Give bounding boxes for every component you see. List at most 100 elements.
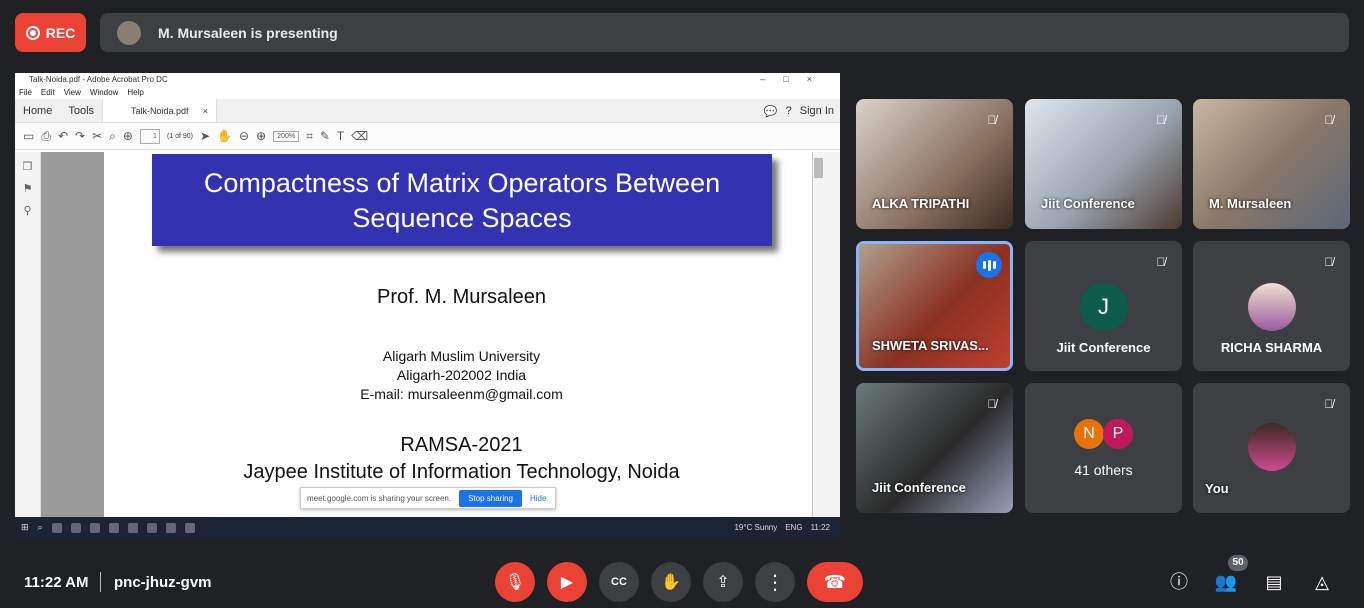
taskbar-search-icon[interactable]: ⌕ [38, 522, 43, 533]
slide-affiliation-1: Aligarh Muslim University [382, 348, 541, 364]
record-icon [25, 25, 40, 40]
taskbar-app-icon[interactable] [184, 522, 195, 533]
participant-tile[interactable]: 🎙̸ Jiit Conference [1025, 99, 1182, 229]
attachment-icon[interactable]: ⚲ [23, 204, 31, 217]
activities-icon[interactable]: ◬ [1310, 570, 1334, 594]
slide-conference: RAMSA-2021 [400, 434, 523, 456]
tab-home[interactable]: Home [15, 99, 60, 122]
recording-badge[interactable]: REC [15, 13, 86, 52]
page-up-icon[interactable]: ⊕ [123, 129, 133, 143]
window-title: Talk-Noida.pdf - Adobe Acrobat Pro DC [29, 75, 168, 84]
page-count: (1 of 90) [166, 132, 194, 140]
meeting-info-icon[interactable]: ⓘ [1167, 570, 1191, 594]
mic-off-icon: 🎙̸ [1324, 113, 1334, 127]
close-tab-icon[interactable]: × [203, 106, 208, 116]
taskbar-app-icon[interactable] [51, 522, 62, 533]
participant-name: RICHA SHARMA [1220, 340, 1323, 355]
bookmark-icon[interactable]: ⚑ [23, 182, 33, 195]
presenting-banner: M. Mursaleen is presenting [100, 13, 1349, 52]
chat-icon[interactable]: ▤ [1262, 570, 1286, 594]
pen-icon[interactable]: ✎ [320, 129, 330, 143]
windows-start-icon[interactable]: ⊞ [21, 522, 29, 533]
pdf-page: Compactness of Matrix Operators Between … [104, 152, 819, 517]
search-icon[interactable]: ⌕ [109, 129, 116, 144]
participant-tile[interactable]: 🎙̸ M. Mursaleen [1193, 99, 1350, 229]
self-avatar [1247, 423, 1296, 471]
stop-sharing-button[interactable]: Stop sharing [459, 489, 522, 507]
rec-label: REC [45, 24, 76, 41]
taskbar-app-icon[interactable] [89, 522, 100, 533]
present-screen-icon: ⇪ [716, 574, 730, 591]
participant-tile[interactable]: 🎙̸ J Jiit Conference [1025, 241, 1182, 371]
participant-tile[interactable]: 🎙̸ ALKA TRIPATHI [856, 99, 1013, 229]
comment-icon[interactable]: 💬 [764, 105, 778, 118]
pages-icon[interactable]: ❐ [23, 160, 33, 173]
more-options-button[interactable]: ⋮ [755, 562, 795, 602]
taskbar-clock[interactable]: 11:22 [811, 523, 830, 532]
text-tool-icon[interactable]: T [337, 129, 344, 143]
screen-share-notice: meet.google.com is sharing your screen. … [300, 487, 556, 509]
camera-toggle-button[interactable]: ▶ [547, 562, 587, 602]
hand-tool-icon[interactable]: ✋ [217, 129, 232, 143]
print-icon[interactable]: ⎙ [41, 129, 51, 144]
vertical-scrollbar[interactable] [812, 152, 840, 517]
slide-institute: Jaypee Institute of Information Technolo… [243, 461, 680, 483]
mic-off-icon: 🎙̸ [1156, 255, 1166, 269]
share-notice-text: meet.google.com is sharing your screen. [307, 493, 452, 503]
zoom-select[interactable]: 200% [273, 130, 300, 142]
menu-window[interactable]: Window [90, 86, 118, 99]
slide-title-line1: Compactness of Matrix Operators Between [203, 168, 721, 198]
shared-screen: Talk-Noida.pdf - Adobe Acrobat Pro DC –□… [15, 73, 840, 538]
menu-view[interactable]: View [64, 86, 81, 99]
undo-icon[interactable]: ↶ [58, 129, 68, 143]
participant-tile[interactable]: 🎙̸ RICHA SHARMA [1193, 241, 1350, 371]
leave-call-button[interactable]: ☎ [807, 562, 863, 602]
menu-help[interactable]: Help [127, 86, 143, 99]
participant-name: Jiit Conference [1041, 196, 1135, 211]
hide-button[interactable]: Hide [530, 494, 546, 503]
participant-tile[interactable]: 🎙̸ Jiit Conference [856, 383, 1013, 513]
zoom-in-icon[interactable]: ⊕ [256, 129, 266, 143]
taskbar-app-icon[interactable] [127, 522, 138, 533]
weather-text[interactable]: 19°C Sunny [734, 523, 777, 532]
tab-tools[interactable]: Tools [60, 99, 102, 122]
slide-title-box: Compactness of Matrix Operators Between … [152, 154, 772, 246]
crop-icon[interactable]: ⌗ [306, 129, 313, 144]
raise-hand-button[interactable]: ✋ [651, 562, 691, 602]
redo-icon[interactable]: ↷ [75, 129, 85, 143]
mic-off-icon: 🎙̸ [1324, 397, 1334, 411]
menu-edit[interactable]: Edit [41, 86, 55, 99]
mic-off-icon: 🎙̸ [1324, 255, 1334, 269]
captions-button[interactable]: CC [599, 562, 639, 602]
menu-file[interactable]: File [19, 86, 32, 99]
select-cursor-icon[interactable]: ➤ [200, 129, 210, 143]
taskbar-app-icon[interactable] [70, 522, 81, 533]
acrobat-menubar: File Edit View Window Help [15, 86, 840, 99]
sign-in-link[interactable]: Sign In [800, 105, 834, 117]
scissors-icon[interactable]: ✂ [92, 129, 102, 143]
mic-off-icon: 🎙̸ [1156, 113, 1166, 127]
scroll-thumb[interactable] [814, 158, 823, 178]
eraser-icon[interactable]: ⌫ [351, 129, 368, 143]
present-button[interactable]: ⇪ [703, 562, 743, 602]
help-icon[interactable]: ? [786, 105, 792, 117]
page-backdrop: Compactness of Matrix Operators Between … [41, 152, 819, 517]
taskbar-app-icon[interactable] [108, 522, 119, 533]
presenting-text: M. Mursaleen is presenting [158, 24, 338, 41]
language-indicator[interactable]: ENG [785, 523, 802, 532]
save-icon[interactable]: ▭ [23, 129, 34, 143]
captions-icon: CC [611, 576, 627, 588]
self-tile[interactable]: 🎙̸ You [1193, 383, 1350, 513]
tab-document[interactable]: Talk-Noida.pdf × [102, 99, 218, 122]
participant-tile-speaking[interactable]: SHWETA SRIVAS... [856, 241, 1013, 371]
mic-toggle-button[interactable]: 🎙 [495, 562, 535, 602]
divider [100, 572, 101, 592]
others-avatar-p: P [1103, 419, 1133, 449]
people-icon[interactable]: 👥 [1214, 570, 1238, 594]
zoom-out-icon[interactable]: ⊖ [239, 129, 249, 143]
participant-name: SHWETA SRIVAS... [872, 338, 989, 353]
taskbar-app-icon[interactable] [165, 522, 176, 533]
page-number-input[interactable]: 1 [139, 128, 160, 144]
others-tile[interactable]: N P 41 others [1025, 383, 1182, 513]
taskbar-app-icon[interactable] [146, 522, 157, 533]
